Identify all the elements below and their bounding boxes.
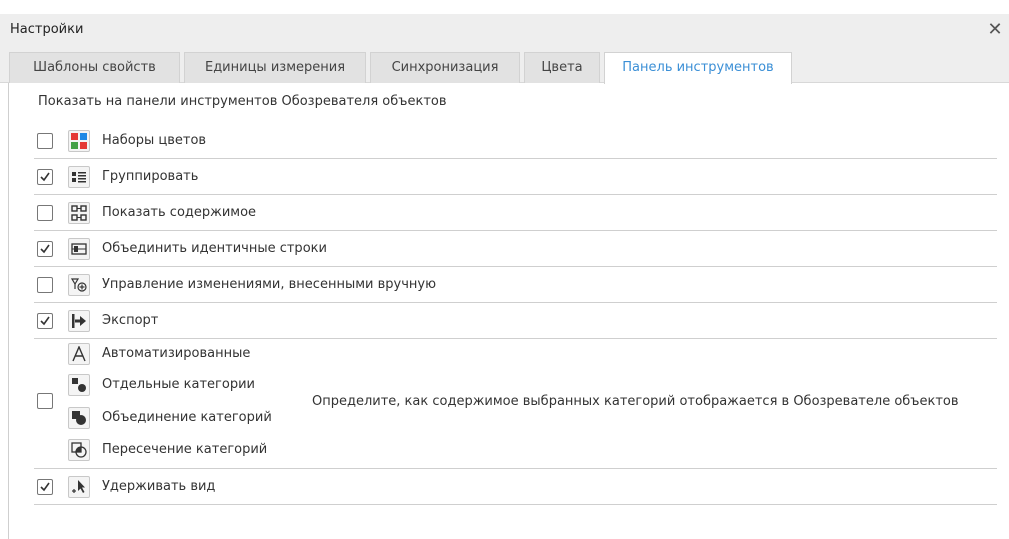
separate-categories-label: Отдельные категории (102, 377, 255, 392)
section-heading: Показать на панели инструментов Обозрева… (38, 94, 447, 109)
option-row-keep-view: Удерживать вид (34, 469, 997, 505)
manual-changes-label: Управление изменениями, внесенными вручн… (102, 277, 437, 292)
option-row-show-content: Показать содержимое (34, 195, 997, 231)
tab-property-templates[interactable]: Шаблоны свойств (9, 52, 180, 83)
category-display-description: Определите, как содержимое выбранных кат… (312, 394, 959, 409)
export-checkbox[interactable] (37, 313, 53, 329)
separate-categories-icon (68, 374, 90, 396)
keep-view-checkbox[interactable] (37, 479, 53, 495)
category-display-checkbox[interactable] (37, 393, 53, 409)
option-row-color-sets: Наборы цветов (34, 123, 997, 159)
merge-rows-checkbox[interactable] (37, 241, 53, 257)
export-label: Экспорт (102, 313, 159, 328)
tab-bar: Шаблоны свойств Единицы измерения Синхро… (0, 46, 1009, 84)
group-icon (68, 166, 90, 188)
option-row-group: Группировать (34, 159, 997, 195)
merge-rows-icon (68, 238, 90, 260)
dialog-title: Настройки (10, 22, 84, 37)
color-sets-checkbox[interactable] (37, 133, 53, 149)
option-row-merge-rows: Объединить идентичные строки (34, 231, 997, 267)
group-checkbox[interactable] (37, 169, 53, 185)
option-row-export: Экспорт (34, 303, 997, 339)
manual-changes-checkbox[interactable] (37, 277, 53, 293)
color-sets-icon (68, 130, 90, 152)
tab-toolbar[interactable]: Панель инструментов (604, 52, 792, 84)
automated-icon (68, 343, 90, 365)
tab-synchronization[interactable]: Синхронизация (370, 52, 520, 83)
union-categories-label: Объединение категорий (102, 410, 272, 425)
show-content-icon (68, 202, 90, 224)
show-content-label: Показать содержимое (102, 205, 257, 220)
show-content-checkbox[interactable] (37, 205, 53, 221)
option-row-manual-changes: Управление изменениями, внесенными вручн… (34, 267, 997, 303)
group-label: Группировать (102, 169, 199, 184)
color-sets-label: Наборы цветов (102, 133, 207, 148)
tab-units[interactable]: Единицы измерения (184, 52, 366, 83)
export-icon (68, 310, 90, 332)
close-icon[interactable]: ✕ (981, 16, 1009, 44)
merge-rows-label: Объединить идентичные строки (102, 241, 327, 256)
union-categories-icon (68, 407, 90, 429)
tab-colors[interactable]: Цвета (524, 52, 600, 83)
manual-changes-icon (68, 274, 90, 296)
title-bar: Настройки ✕ (0, 14, 1009, 46)
intersection-categories-icon (68, 439, 90, 461)
keep-view-icon (68, 476, 90, 498)
option-row-category-display: Автоматизированные Отдельные категории О… (34, 339, 997, 469)
panel-border (8, 83, 9, 539)
keep-view-label: Удерживать вид (102, 479, 216, 494)
intersection-categories-label: Пересечение категорий (102, 442, 268, 457)
automated-label: Автоматизированные (102, 346, 251, 361)
